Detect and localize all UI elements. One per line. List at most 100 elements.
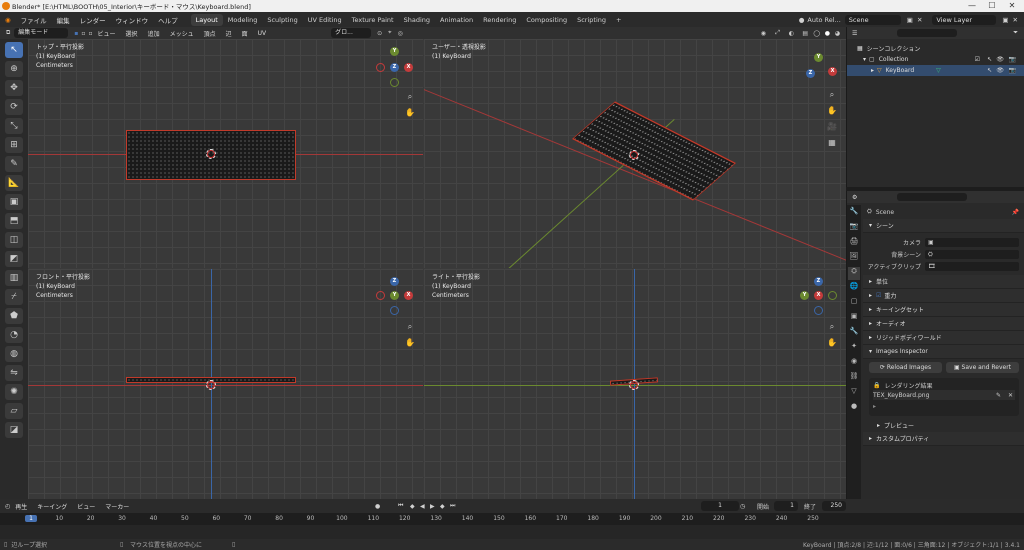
editor-type-icon[interactable]: ⚙ [852,194,857,201]
gizmo-y-axis[interactable]: Y [800,291,809,300]
shading-material-icon[interactable]: ◕ [835,30,840,37]
select-arrow-icon[interactable]: ↖ [987,56,992,63]
view-layer-new-icon[interactable]: ▣ [1002,16,1008,24]
view-layer-tab-icon[interactable]: 🖼 [848,252,860,265]
menu-window[interactable]: ウィンドウ [111,15,154,25]
list-item-texture[interactable]: TEX_KeyBoard.png ✎ ✕ [873,390,1015,400]
mode-selector[interactable]: 編集モード [14,28,69,38]
pan-hand-icon[interactable]: ✋ [404,337,416,349]
panel-rigid-body-world[interactable]: ▸ リジッドボディワールド [863,331,1024,345]
viewport-user-perspective[interactable]: ユーザー・透視投影 (1) KeyBoard Y Z X ⌕ ✋ 🎥 ▦ [424,39,846,268]
overlay-toggle-icon[interactable]: ◐ [789,30,794,37]
jump-start-icon[interactable]: ⏮ [398,502,403,510]
shading-wireframe-icon[interactable]: ◯ [813,30,820,37]
camera-icon[interactable]: 📷 [1009,56,1016,63]
menu-mesh[interactable]: メッシュ [165,29,199,38]
menu-playback[interactable]: 再生 [10,502,32,511]
snap-icon[interactable]: ⌖ [388,29,391,37]
tab-modeling[interactable]: Modeling [223,14,263,26]
outliner-item-keyboard[interactable]: ▸ ▽ KeyBoard ▽ ↖ 👁 📷 [847,65,1024,76]
image-edit-icon[interactable]: ✎ [996,392,1001,399]
gizmo-z-axis[interactable]: Z [814,277,823,286]
jump-end-icon[interactable]: ⏭ [450,502,455,510]
transform-tool-icon[interactable]: ⊞ [5,137,23,153]
gizmo-y-axis[interactable]: Y [390,47,399,56]
outliner-item-scene-collection[interactable]: ▦ シーンコレクション [847,43,1024,54]
camera-view-icon[interactable]: 🎥 [826,121,838,133]
menu-select[interactable]: 選択 [121,29,143,38]
auto-run-label[interactable]: Auto Rel... [807,16,840,24]
play-reverse-icon[interactable]: ◀ [420,503,425,510]
menu-vertex[interactable]: 頂点 [199,29,221,38]
render-tab-icon[interactable]: 📷 [848,222,860,235]
jump-next-keyframe-icon[interactable]: ◆ [440,503,445,510]
menu-keying[interactable]: キーイング [32,502,72,511]
scene-remove-icon[interactable]: ✕ [917,16,922,24]
scene-selector[interactable]: Scene [844,14,901,25]
view-layer-remove-icon[interactable]: ✕ [1013,16,1018,24]
select-edge-icon[interactable]: ▫ [81,30,85,37]
play-icon[interactable]: ▶ [430,503,435,510]
properties-search-input[interactable] [897,193,968,201]
menu-file[interactable]: ファイル [16,15,52,25]
gravity-checkbox[interactable]: ☑ [876,292,881,299]
list-expand-icon[interactable]: ▸ [873,403,1015,410]
tab-rendering[interactable]: Rendering [478,14,521,26]
xray-toggle-icon[interactable]: ▤ [802,30,808,37]
select-vertex-icon[interactable]: ▪ [74,30,78,37]
gizmo-toggle-icon[interactable]: ⤢ [775,29,780,37]
camera-field[interactable]: ▣ [925,237,1019,247]
poly-build-tool-icon[interactable]: ⬟ [5,308,23,324]
gizmo-neg-y-axis[interactable] [828,291,837,300]
loop-cut-tool-icon[interactable]: ▥ [5,270,23,286]
shrink-fatten-tool-icon[interactable]: ✺ [5,384,23,400]
edge-slide-tool-icon[interactable]: ⇋ [5,365,23,381]
bevel-tool-icon[interactable]: ◩ [5,251,23,267]
current-frame-field[interactable]: 1 [701,501,739,511]
shear-tool-icon[interactable]: ▱ [5,403,23,419]
grid-toggle-icon[interactable]: ▦ [826,137,838,149]
rotate-tool-icon[interactable]: ⟳ [5,99,23,115]
measure-tool-icon[interactable]: 📐 [5,175,23,191]
add-cube-tool-icon[interactable]: ▣ [5,194,23,210]
gizmo-x-axis[interactable]: X [814,291,823,300]
image-remove-icon[interactable]: ✕ [1008,392,1013,399]
expand-chevron-icon[interactable]: ▾ [863,56,866,63]
reload-images-button[interactable]: ⟳ Reload Images [869,362,942,373]
rip-tool-icon[interactable]: ◪ [5,422,23,438]
modifier-tab-icon[interactable]: 🔧 [848,327,860,340]
gizmo-neg-x-axis[interactable] [376,291,385,300]
gizmo-neg-x-axis[interactable] [376,63,385,72]
active-clip-field[interactable]: 🎞 [925,261,1019,271]
menu-marker[interactable]: マーカー [100,502,134,511]
menu-edit[interactable]: 編集 [52,15,75,25]
menu-add[interactable]: 追加 [143,29,165,38]
list-item-render-result[interactable]: 🔒 レンダリング結果 [873,380,1015,390]
annotate-tool-icon[interactable]: ✎ [5,156,23,172]
tab-layout[interactable]: Layout [190,13,223,26]
menu-edge[interactable]: 辺 [221,29,237,38]
gizmo-y-axis[interactable]: Y [390,291,399,300]
scene-new-icon[interactable]: ▣ [907,16,913,24]
object-tab-icon[interactable]: ▣ [848,312,860,325]
smooth-tool-icon[interactable]: ◍ [5,346,23,362]
menu-uv[interactable]: UV [253,30,272,37]
material-tab-icon[interactable]: ● [848,402,860,415]
menu-view[interactable]: ビュー [72,502,100,511]
pan-hand-icon[interactable]: ✋ [826,105,838,117]
pan-hand-icon[interactable]: ✋ [404,107,416,119]
keyboard-mesh[interactable] [571,101,737,201]
tab-texture-paint[interactable]: Texture Paint [347,14,399,26]
panel-audio[interactable]: ▸ オーディオ [863,317,1024,331]
menu-help[interactable]: ヘルプ [153,15,183,25]
viewport-right[interactable]: ライト・平行投影 (1) KeyBoard Centimeters Z Y X … [424,269,846,499]
select-box-tool-icon[interactable]: ↖ [5,42,23,58]
menu-face[interactable]: 面 [237,29,253,38]
auto-run-icon[interactable]: ● [799,16,805,24]
gizmo-neg-z-axis[interactable] [390,306,399,315]
camera-icon[interactable]: 📷 [1009,67,1016,74]
viewport-front[interactable]: フロント・平行投影 (1) KeyBoard Centimeters Z Y X… [28,269,423,499]
tab-sculpting[interactable]: Sculpting [262,14,302,26]
filter-icon[interactable]: ⏷ [1013,29,1018,37]
pivot-icon[interactable]: ⊙ [377,30,382,37]
